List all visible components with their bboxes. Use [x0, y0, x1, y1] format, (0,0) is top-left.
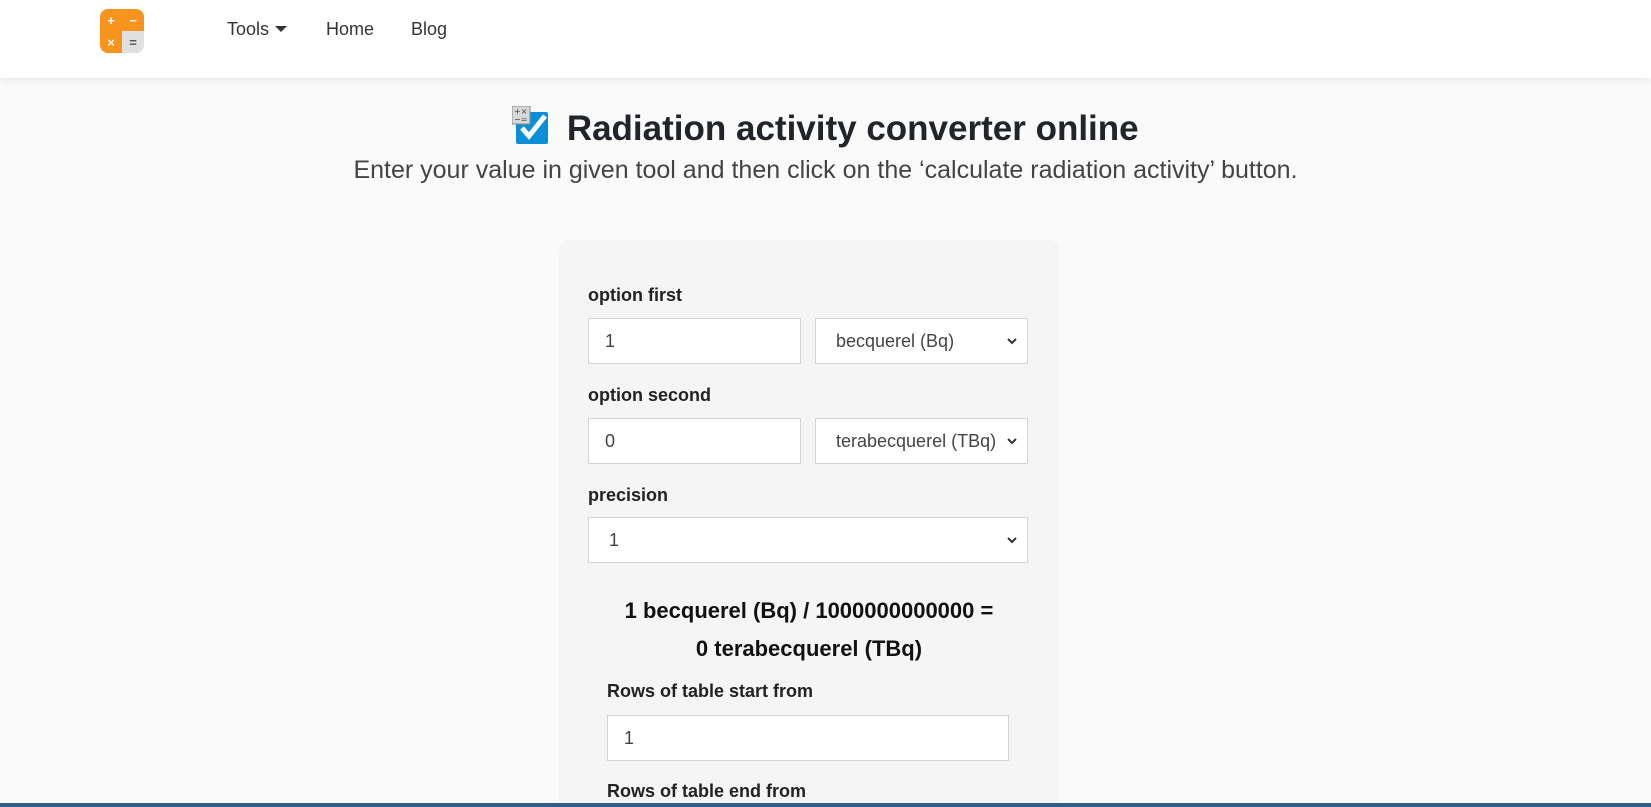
- precision-label: precision: [588, 485, 669, 505]
- converter-card: option first 1 becquerel (Bq) option sec…: [559, 240, 1059, 807]
- main-content: +× −= Radiation activity converter onlin…: [0, 78, 1651, 807]
- rows-start-input[interactable]: 1: [607, 715, 1009, 761]
- option-first-label: option first: [588, 285, 682, 305]
- option-second-value-input[interactable]: 0: [588, 418, 801, 464]
- title-row: +× −= Radiation activity converter onlin…: [0, 106, 1651, 149]
- rows-start-label: Rows of table start from: [607, 681, 814, 701]
- result-line-1: 1 becquerel (Bq) / 1000000000000 =: [624, 598, 994, 623]
- page-subtitle: Enter your value in given tool and then …: [353, 156, 1298, 184]
- nav-tools-dropdown[interactable]: Tools: [227, 19, 288, 40]
- chevron-down-icon: [1007, 537, 1017, 544]
- svg-text:−=: −=: [514, 115, 527, 124]
- option-second-label: option second: [588, 385, 711, 405]
- option-second-unit-text: terabecquerel (TBq): [836, 430, 997, 451]
- calculator-logo-icon[interactable]: + − × =: [100, 9, 144, 53]
- precision-value-text: 1: [609, 529, 620, 550]
- conversion-result: 1 becquerel (Bq) / 1000000000000 = 0 ter…: [559, 592, 1059, 668]
- page-title: Radiation activity converter online: [566, 109, 1139, 148]
- precision-select[interactable]: 1: [588, 517, 1028, 563]
- logo-times: ×: [100, 31, 122, 53]
- nav-blog-link[interactable]: Blog: [411, 19, 447, 40]
- bottom-bar: [0, 803, 1651, 807]
- rows-end-label: Rows of table end from: [607, 781, 807, 801]
- option-first-unit-select[interactable]: becquerel (Bq): [815, 318, 1028, 364]
- logo-plus: +: [100, 9, 122, 31]
- chevron-down-icon: [1007, 438, 1017, 445]
- option-first-value-input[interactable]: 1: [588, 318, 801, 364]
- result-line-2: 0 terabecquerel (TBq): [695, 636, 923, 661]
- logo-equals: =: [122, 31, 144, 53]
- checkbox-calculator-icon: +× −=: [512, 106, 549, 144]
- nav-home-link[interactable]: Home: [326, 19, 374, 40]
- caret-down-icon: [275, 26, 288, 32]
- option-second-unit-select[interactable]: terabecquerel (TBq): [815, 418, 1028, 464]
- logo-minus: −: [122, 9, 144, 31]
- option-first-unit-text: becquerel (Bq): [836, 330, 955, 351]
- navbar: + − × = Tools Home Blog: [0, 0, 1651, 78]
- chevron-down-icon: [1007, 338, 1017, 345]
- nav-tools-label: Tools: [227, 19, 270, 39]
